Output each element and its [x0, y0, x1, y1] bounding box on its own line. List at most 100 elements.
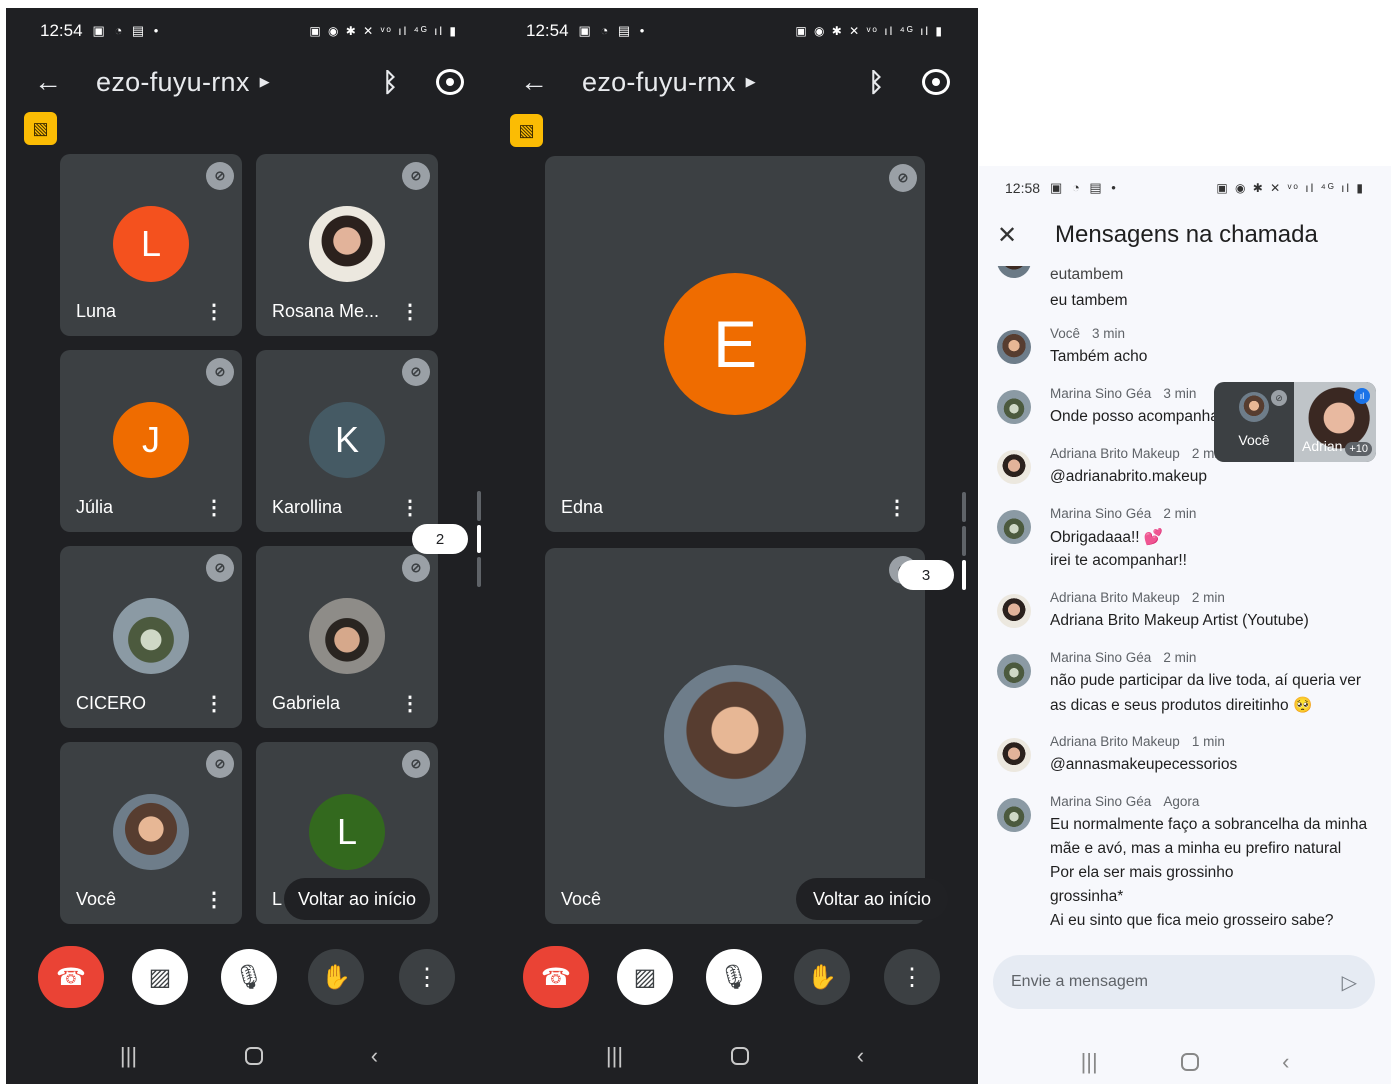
chevron-right-icon[interactable]: ▶ [260, 74, 270, 90]
participant-tile[interactable]: ⊘ K Karollina ⋮ [256, 350, 438, 532]
pip-speaker-name: Adrian [1302, 438, 1343, 454]
back-to-start-button[interactable]: Voltar ao início [284, 878, 430, 920]
meeting-code[interactable]: ezo-fuyu-rnx [582, 67, 736, 98]
participant-name: Rosana Me... [272, 301, 380, 321]
system-icons: ▣ ◉ ✱ ✕ ᵛᵒ ıl ⁴ᴳ ıl ▮ [309, 24, 458, 38]
participant-name: Karollina [272, 497, 343, 517]
raise-hand-button[interactable]: ✋ [794, 949, 850, 1005]
status-time: 12:58 [1005, 180, 1041, 196]
camera-toggle-button[interactable]: ▨ [132, 949, 188, 1005]
system-icons: ▣ ◉ ✱ ✕ ᵛᵒ ıl ⁴ᴳ ıl ▮ [1216, 181, 1365, 195]
participant-tile[interactable]: ⊘ Você ⋮ [60, 742, 242, 924]
camera-toggle-button[interactable]: ▨ [617, 949, 673, 1005]
page-scroll-track [962, 492, 966, 522]
more-options-button[interactable]: ⋮ [399, 949, 455, 1005]
tile-menu-icon[interactable]: ⋮ [400, 498, 420, 518]
sender-name: Adriana Brito Makeup [1050, 590, 1180, 605]
tile-menu-icon[interactable]: ⋮ [400, 694, 420, 714]
camera-off-icon: ▨ [148, 963, 172, 991]
participant-name: Luna [76, 301, 117, 321]
tile-menu-icon[interactable]: ⋮ [204, 694, 224, 714]
meeting-code[interactable]: ezo-fuyu-rnx [96, 67, 250, 98]
self-avatar-photo [664, 665, 806, 807]
recent-apps-icon[interactable]: ||| [1081, 1049, 1098, 1075]
message-text: Também acho [1050, 348, 1148, 365]
mic-muted-icon: ⊘ [206, 554, 234, 582]
nav-back-icon[interactable]: ‹ [371, 1043, 378, 1069]
message-time: 2 min [1163, 650, 1197, 665]
message-meta: Marina Sino Géa 2 min [1050, 650, 1196, 665]
message-text: Ai eu sinto que fica meio grosseiro sabe… [1050, 912, 1334, 929]
bluetooth-icon[interactable]: ᛒ [382, 67, 398, 98]
message-list[interactable]: eutambem eu tambem Você 3 min Também acho M… [979, 266, 1391, 948]
sender-avatar [997, 594, 1031, 628]
close-icon[interactable]: ✕ [997, 221, 1037, 250]
picture-in-picture-preview[interactable]: Você ⊘ Adrian ıl +10 [1214, 382, 1376, 462]
back-to-start-button[interactable]: Voltar ao início [796, 878, 948, 920]
end-call-button[interactable]: ☎ [38, 946, 104, 1008]
page-scroll-track [962, 526, 966, 556]
chevron-right-icon[interactable]: ▶ [746, 74, 756, 90]
participant-tile[interactable]: ⊘ L Luna ⋮ [60, 154, 242, 336]
recent-apps-icon[interactable]: ||| [606, 1043, 623, 1069]
back-arrow-icon[interactable]: ← [34, 66, 78, 98]
mic-muted-icon: ⊘ [402, 750, 430, 778]
page-scroll-track [477, 491, 481, 521]
sender-name: Marina Sino Géa [1050, 386, 1152, 401]
sender-avatar [997, 330, 1031, 364]
message-meta: Adriana Brito Makeup 2 min [1050, 446, 1225, 461]
recent-apps-icon[interactable]: ||| [120, 1043, 137, 1069]
tile-menu-icon[interactable]: ⋮ [204, 302, 224, 322]
participant-tile[interactable]: ⊘ E Edna ⋮ [545, 156, 925, 532]
tile-menu-icon[interactable]: ⋮ [204, 890, 224, 910]
message-input[interactable] [1011, 973, 1342, 991]
sender-avatar [997, 450, 1031, 484]
end-call-button[interactable]: ☎ [523, 946, 589, 1008]
home-icon[interactable] [730, 1047, 749, 1065]
call-screen-focus: 12:54 ▣ ◔ ▤ • ▣ ◉ ✱ ✕ ᵛᵒ ıl ⁴ᴳ ıl ▮ ← ez… [492, 8, 978, 1084]
sender-name: Adriana Brito Makeup [1050, 446, 1180, 461]
nav-back-icon[interactable]: ‹ [857, 1043, 864, 1069]
participant-name: Você [561, 889, 602, 909]
notification-icons: ▣ ◔ ▤ • [1050, 180, 1119, 195]
participant-tile[interactable]: ⊘ CICERO ⋮ [60, 546, 242, 728]
chat-title: Mensagens na chamada [1055, 221, 1318, 248]
more-options-button[interactable]: ⋮ [884, 949, 940, 1005]
no-recording-icon[interactable]: ▧ [24, 112, 57, 145]
participant-tile-self[interactable]: ⊘ Você [545, 548, 925, 924]
mic-toggle-button[interactable]: 🎙 [706, 949, 762, 1005]
sender-avatar [997, 798, 1031, 832]
message-text: @adrianabrito.makeup [1050, 468, 1208, 485]
status-bar: 12:54 ▣ ◔ ▤ • ▣ ◉ ✱ ✕ ᵛᵒ ıl ⁴ᴳ ıl ▮ [6, 8, 492, 54]
message-text: Adriana Brito Makeup Artist (Youtube) [1050, 612, 1309, 629]
page-scroll-thumb[interactable] [962, 560, 966, 590]
nav-back-icon[interactable]: ‹ [1282, 1049, 1289, 1075]
page-scroll-thumb[interactable] [477, 525, 481, 553]
participant-avatar: K [309, 402, 385, 478]
more-vert-icon: ⋮ [415, 963, 439, 991]
status-time: 12:54 [40, 21, 83, 40]
call-screen-grid: 12:54 ▣ ◔ ▤ • ▣ ◉ ✱ ✕ ᵛᵒ ıl ⁴ᴳ ıl ▮ ← ez… [6, 8, 492, 1084]
participant-tile[interactable]: ⊘ J Júlia ⋮ [60, 350, 242, 532]
call-controls: ☎ ▨ 🎙 ✋ ⋮ [492, 946, 978, 1014]
message-text: as dicas e seus produtos direitinho 🥺 [1050, 697, 1313, 714]
send-icon[interactable]: ▷ [1342, 970, 1357, 995]
message-time: Agora [1163, 794, 1200, 809]
switch-camera-icon[interactable] [922, 69, 950, 95]
participant-tile[interactable]: ⊘ Gabriela ⋮ [256, 546, 438, 728]
tile-menu-icon[interactable]: ⋮ [204, 498, 224, 518]
participant-tile[interactable]: ⊘ Rosana Me... ⋮ [256, 154, 438, 336]
tile-menu-icon[interactable]: ⋮ [400, 302, 420, 322]
mic-toggle-button[interactable]: 🎙 [221, 949, 277, 1005]
home-icon[interactable] [1180, 1053, 1199, 1071]
mic-muted-icon: ⊘ [402, 554, 430, 582]
switch-camera-icon[interactable] [436, 69, 464, 95]
bluetooth-icon[interactable]: ᛒ [868, 67, 884, 98]
more-vert-icon: ⋮ [900, 963, 924, 991]
tile-menu-icon[interactable]: ⋮ [887, 498, 907, 518]
home-icon[interactable] [244, 1047, 263, 1065]
call-top-bar: ← ezo-fuyu-rnx ▶ ᛒ [6, 54, 492, 110]
no-recording-icon[interactable]: ▧ [510, 114, 543, 147]
back-arrow-icon[interactable]: ← [520, 66, 564, 98]
raise-hand-button[interactable]: ✋ [308, 949, 364, 1005]
